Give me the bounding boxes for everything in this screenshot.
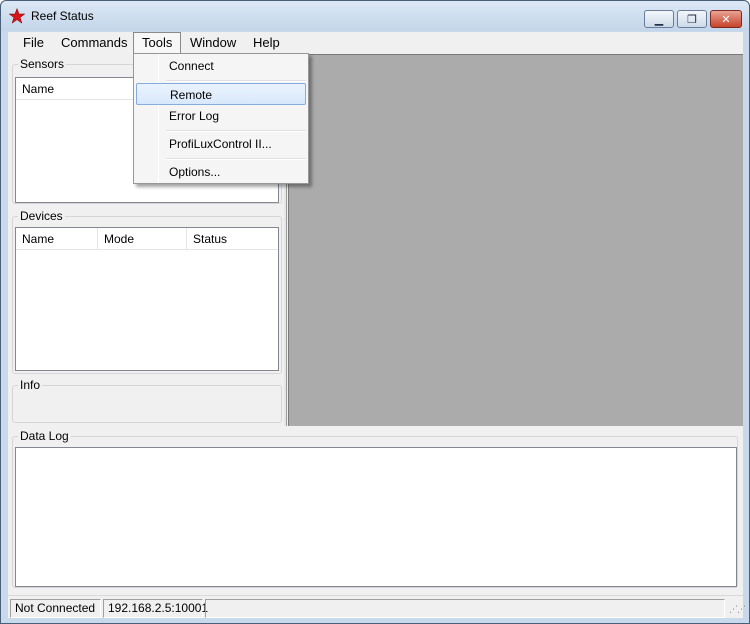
menu-item-connect[interactable]: Connect (136, 55, 306, 77)
datalog-group-label: Data Log (18, 429, 71, 443)
menu-separator (166, 158, 306, 160)
client-area: File Commands Tools Window Help Sensors … (8, 32, 746, 618)
status-bar: Not Connected 192.168.2.5:10001 ⋰⋰ (8, 595, 746, 618)
status-connection: Not Connected (10, 599, 101, 618)
app-window: Reef Status ▁ ❐ ✕ File Commands Tools Wi… (0, 0, 750, 624)
menu-item-error-log[interactable]: Error Log (136, 105, 306, 127)
close-icon: ✕ (721, 12, 731, 26)
datalog-group: Data Log (12, 429, 738, 588)
menu-item-options[interactable]: Options... (136, 161, 306, 183)
minimize-icon: ▁ (654, 12, 664, 26)
menu-tools[interactable]: Tools (133, 32, 182, 54)
devices-list[interactable]: Name Mode Status (15, 227, 279, 371)
maximize-icon: ❐ (687, 12, 697, 26)
menu-separator (166, 130, 306, 132)
sensors-group-label: Sensors (18, 57, 67, 71)
window-title: Reef Status (31, 9, 94, 23)
menu-bar: File Commands Tools Window Help (8, 32, 743, 54)
menu-file[interactable]: File (17, 33, 50, 53)
menu-commands[interactable]: Commands (55, 33, 133, 53)
devices-group: Devices Name Mode Status (12, 209, 282, 374)
menu-separator (166, 80, 306, 82)
status-extra (205, 599, 725, 618)
status-address: 192.168.2.5:10001 (103, 599, 208, 618)
mdi-workspace (288, 54, 743, 426)
menu-item-remote[interactable]: Remote (136, 83, 306, 105)
title-bar[interactable]: Reef Status ▁ ❐ ✕ (1, 1, 749, 31)
menu-help[interactable]: Help (247, 33, 286, 53)
menu-item-profiluxcontrol[interactable]: ProfiLuxControl II... (136, 133, 306, 155)
devices-group-label: Devices (18, 209, 65, 223)
column-header-mode[interactable]: Mode (98, 228, 187, 250)
red-star-icon (9, 8, 25, 24)
maximize-button[interactable]: ❐ (677, 10, 707, 28)
tools-dropdown-menu: Connect Remote Error Log ProfiLuxControl… (133, 53, 309, 184)
devices-list-header: Name Mode Status (16, 228, 278, 250)
resize-grip-icon[interactable]: ⋰⋰ (729, 604, 746, 615)
column-header-status[interactable]: Status (187, 228, 279, 250)
info-group: Info (12, 378, 282, 423)
minimize-button[interactable]: ▁ (644, 10, 674, 28)
info-group-label: Info (18, 378, 43, 392)
close-button[interactable]: ✕ (710, 10, 742, 28)
column-header-name[interactable]: Name (16, 228, 98, 250)
menu-window[interactable]: Window (184, 33, 242, 53)
datalog-textbox[interactable] (15, 447, 737, 587)
